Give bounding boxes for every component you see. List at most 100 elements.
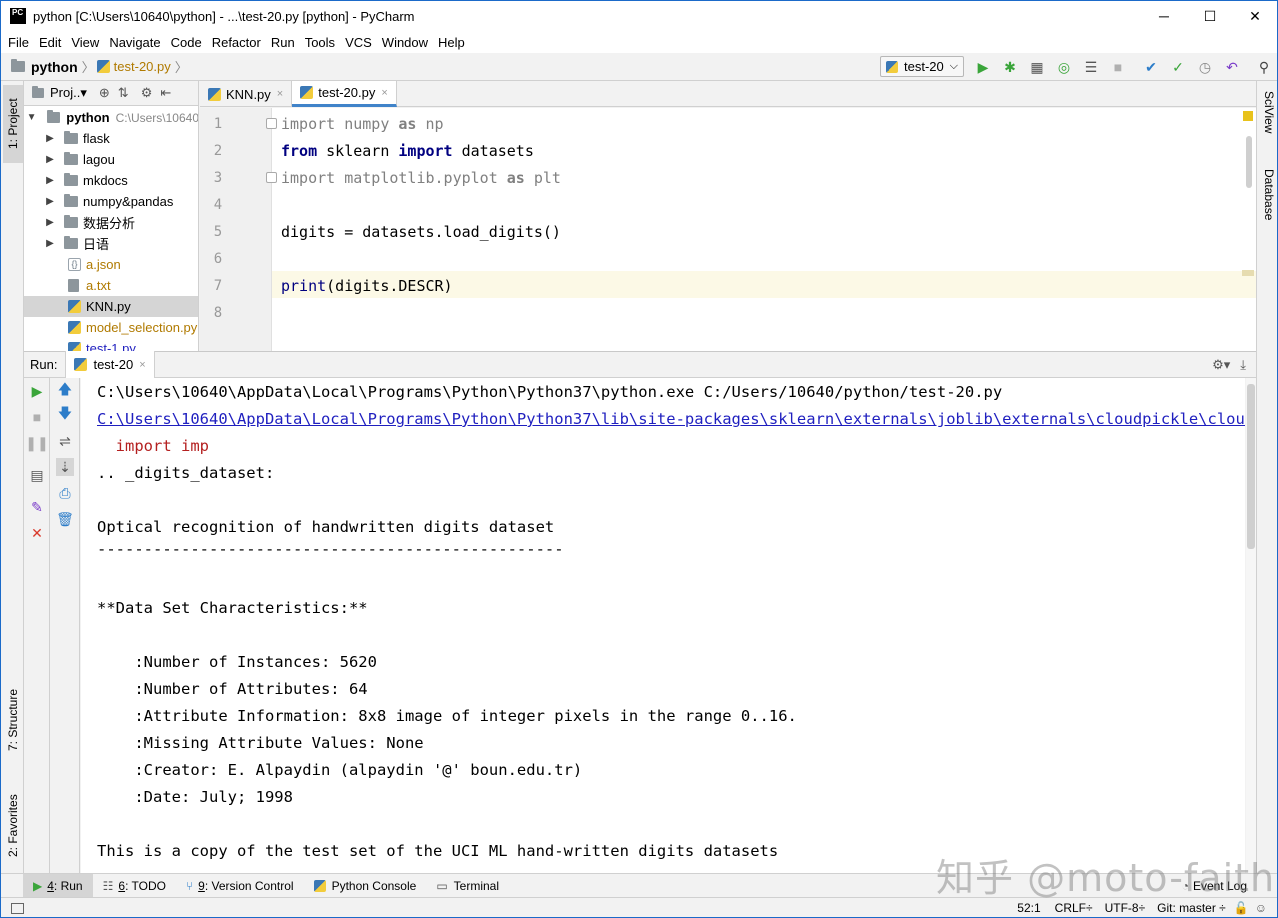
- maximize-button[interactable]: ☐: [1187, 1, 1233, 31]
- breadcrumb-project[interactable]: python: [31, 59, 78, 75]
- inspection-status-icon[interactable]: [1243, 111, 1253, 121]
- menu-file[interactable]: File: [3, 35, 34, 50]
- tab-run[interactable]: ▶ 4: Run: [23, 873, 93, 898]
- collapse-icon[interactable]: ⇅: [118, 85, 129, 101]
- vcs-update-icon[interactable]: ✔: [1142, 58, 1160, 76]
- scrollbar-thumb[interactable]: [1247, 384, 1255, 549]
- menu-vcs[interactable]: VCS: [340, 35, 377, 50]
- tree-item-label: lagou: [83, 152, 115, 167]
- console-line: :Number of Instances: 5620: [97, 653, 377, 671]
- run-icon[interactable]: ▶: [974, 58, 992, 76]
- layout-icon[interactable]: ▤: [28, 466, 46, 484]
- pause-icon[interactable]: ❚❚: [25, 434, 48, 452]
- python-file-icon: [68, 321, 81, 334]
- tab-test-20[interactable]: test-20.py ×: [292, 81, 397, 107]
- tree-item[interactable]: KNN.py: [24, 296, 198, 317]
- run-configuration-select[interactable]: test-20 ⌵: [880, 56, 964, 77]
- menu-refactor[interactable]: Refactor: [207, 35, 266, 50]
- database-tool-tab[interactable]: Database: [1259, 169, 1277, 249]
- project-view-select[interactable]: Proj..▾: [50, 85, 87, 101]
- print-icon[interactable]: ⎙: [56, 484, 74, 502]
- close-tab-icon[interactable]: ×: [381, 87, 387, 99]
- stop-icon[interactable]: ■: [1109, 58, 1127, 76]
- git-branch[interactable]: Git: master ÷: [1157, 901, 1226, 915]
- keyword: as: [398, 115, 417, 133]
- structure-tool-tab[interactable]: 7: Structure: [3, 676, 23, 764]
- tab-todo[interactable]: ☷ 6: TODO: [93, 874, 176, 898]
- menu-help[interactable]: Help: [433, 35, 470, 50]
- lock-icon[interactable]: 🔓: [1234, 901, 1249, 915]
- menu-navigate[interactable]: Navigate: [104, 35, 165, 50]
- down-arrow-icon[interactable]: 🡇: [56, 405, 74, 424]
- concurrency-icon[interactable]: ☰: [1082, 58, 1100, 76]
- close-run-icon[interactable]: ✕: [28, 524, 46, 542]
- tree-item[interactable]: model_selection.py: [24, 317, 198, 338]
- folder-icon: [64, 194, 78, 207]
- hide-panel-icon[interactable]: ⇤: [160, 85, 171, 101]
- tree-item[interactable]: ▶ 数据分析: [24, 212, 198, 233]
- vcs-commit-icon[interactable]: ✓: [1169, 58, 1187, 76]
- tree-item[interactable]: test-1.py: [24, 338, 198, 351]
- run-console-output[interactable]: C:\Users\10640\AppData\Local\Programs\Py…: [81, 378, 1245, 873]
- gear-icon[interactable]: ⚙▾: [1212, 357, 1230, 373]
- chevron-down-icon: ▼: [26, 112, 37, 123]
- line-number: 8: [213, 305, 223, 321]
- favorites-tool-tab[interactable]: 2: Favorites: [3, 781, 23, 871]
- menu-view[interactable]: View: [66, 35, 104, 50]
- fold-marker-icon[interactable]: [266, 118, 277, 129]
- toggle-tool-windows-icon[interactable]: [11, 902, 24, 914]
- file-encoding[interactable]: UTF-8÷: [1105, 901, 1146, 915]
- code-editor[interactable]: 1 2 3 4 5 6 7 8 import numpy as np from …: [200, 108, 1256, 351]
- line-separator[interactable]: CRLF÷: [1055, 901, 1093, 915]
- breadcrumb-file[interactable]: test-20.py: [114, 59, 171, 74]
- tab-version-control[interactable]: ⑂ 9: Version Control: [176, 874, 304, 898]
- close-tab-icon[interactable]: ×: [277, 88, 283, 100]
- menu-tools[interactable]: Tools: [300, 35, 340, 50]
- menu-run[interactable]: Run: [266, 35, 300, 50]
- minimize-button[interactable]: ─: [1141, 1, 1187, 31]
- profile-icon[interactable]: ◎: [1055, 58, 1073, 76]
- tree-item[interactable]: ▶ numpy&pandas: [24, 191, 198, 212]
- run-tab-test-20[interactable]: test-20 ×: [65, 351, 155, 378]
- caret-position[interactable]: 52:1: [1017, 901, 1040, 915]
- tree-item[interactable]: ▶ flask: [24, 128, 198, 149]
- project-tool-tab[interactable]: 1: Project: [3, 85, 23, 163]
- python-file-icon: [208, 87, 221, 101]
- code-text: numpy: [335, 115, 399, 133]
- soft-wrap-icon[interactable]: ⇌: [56, 432, 74, 450]
- editor-scrollbar[interactable]: [1246, 136, 1252, 188]
- search-icon[interactable]: ⚲: [1255, 58, 1273, 76]
- tree-item[interactable]: ▶ 日语: [24, 233, 198, 254]
- tab-python-console[interactable]: Python Console: [304, 874, 427, 898]
- revert-icon[interactable]: ↶: [1223, 58, 1241, 76]
- console-scrollbar[interactable]: [1246, 378, 1256, 873]
- vcs-history-icon[interactable]: ◷: [1196, 58, 1214, 76]
- scroll-to-end-icon[interactable]: ⇣: [56, 458, 74, 476]
- tree-item[interactable]: a.txt: [24, 275, 198, 296]
- up-arrow-icon[interactable]: 🡅: [56, 381, 74, 400]
- fold-marker-icon[interactable]: [266, 172, 277, 183]
- coverage-icon[interactable]: ▦: [1028, 58, 1046, 76]
- tree-item[interactable]: {} a.json: [24, 254, 198, 275]
- trash-icon[interactable]: 🗑: [56, 510, 74, 528]
- menu-edit[interactable]: Edit: [34, 35, 66, 50]
- menu-code[interactable]: Code: [166, 35, 207, 50]
- tree-item[interactable]: ▶ mkdocs: [24, 170, 198, 191]
- rerun-icon[interactable]: ▶: [28, 382, 46, 400]
- sciview-tool-tab[interactable]: SciView: [1259, 91, 1277, 161]
- close-tab-icon[interactable]: ×: [139, 359, 145, 371]
- menu-window[interactable]: Window: [377, 35, 433, 50]
- close-button[interactable]: ✕: [1232, 1, 1277, 31]
- tree-item[interactable]: ▶ lagou: [24, 149, 198, 170]
- pin-icon[interactable]: ✎: [28, 498, 46, 516]
- locate-icon[interactable]: ⊕: [99, 85, 110, 101]
- tab-knn[interactable]: KNN.py ×: [200, 81, 293, 107]
- debug-icon[interactable]: ✱: [1001, 58, 1019, 76]
- inspector-icon[interactable]: ☺: [1255, 901, 1267, 915]
- hide-panel-icon[interactable]: ⤓: [1240, 357, 1246, 373]
- stop-icon[interactable]: ■: [28, 408, 46, 426]
- tree-root[interactable]: ▼ python C:\Users\10640: [24, 107, 198, 128]
- console-link[interactable]: C:\Users\10640\AppData\Local\Programs\Py…: [97, 410, 1245, 428]
- gear-icon[interactable]: ⚙: [141, 85, 153, 101]
- tab-terminal[interactable]: ▭ Terminal: [426, 874, 509, 898]
